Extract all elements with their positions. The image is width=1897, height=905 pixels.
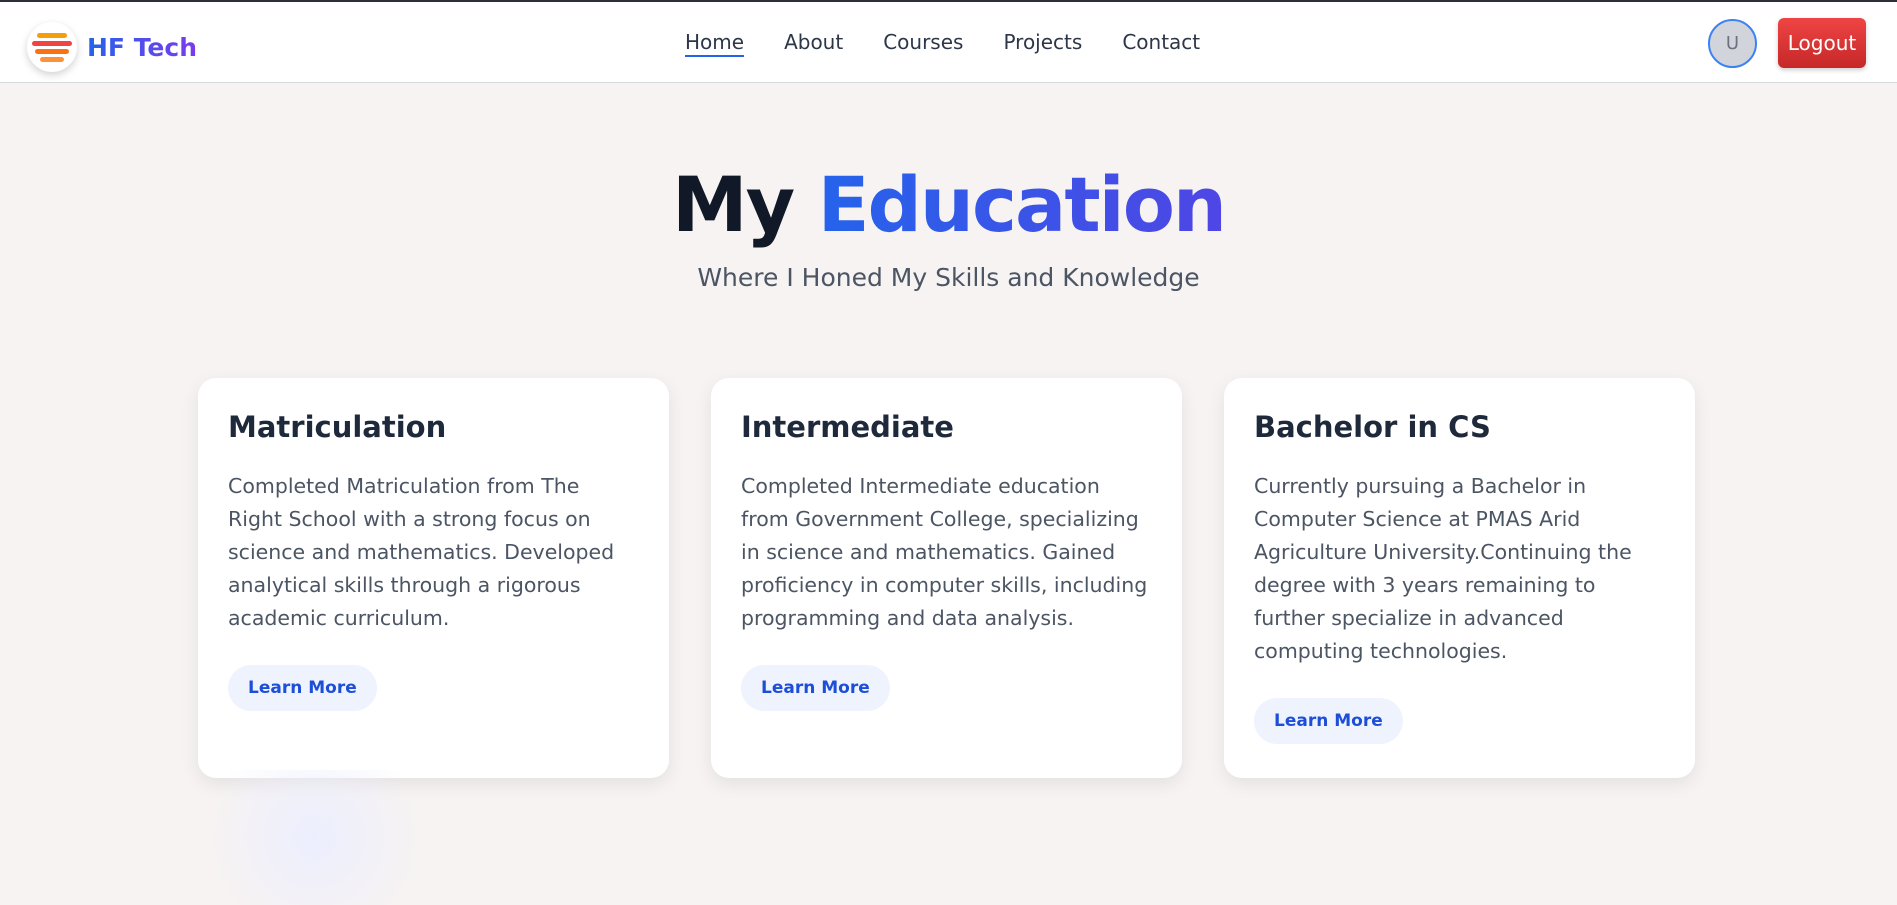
brand[interactable]: HF Tech xyxy=(27,22,197,72)
learn-more-button[interactable]: Learn More xyxy=(741,665,890,711)
brand-name: HF Tech xyxy=(87,32,198,62)
card-description: Currently pursuing a Bachelor in Compute… xyxy=(1254,474,1632,663)
navbar: HF Tech Home About Courses Projects Cont… xyxy=(0,2,1897,83)
background-glow xyxy=(175,770,455,905)
learn-more-button[interactable]: Learn More xyxy=(1254,698,1403,744)
page-subtitle: Where I Honed My Skills and Knowledge xyxy=(697,263,1200,292)
card-title: Intermediate xyxy=(741,410,954,444)
card-description: Completed Matriculation from The Right S… xyxy=(228,474,615,630)
user-avatar[interactable]: U xyxy=(1708,19,1757,68)
card-description: Completed Intermediate education from Go… xyxy=(741,474,1148,630)
nav-projects[interactable]: Projects xyxy=(1003,30,1082,57)
nav-home[interactable]: Home xyxy=(685,30,745,57)
card-title: Matriculation xyxy=(228,410,447,444)
page-title: My Education xyxy=(0,160,1897,249)
nav-courses[interactable]: Courses xyxy=(883,30,963,57)
education-card-intermediate: Intermediate Completed Intermediate educ… xyxy=(711,378,1182,778)
card-title: Bachelor in CS xyxy=(1254,410,1491,444)
logout-button[interactable]: Logout xyxy=(1778,18,1866,68)
page-title-part1: My xyxy=(671,160,795,249)
learn-more-button[interactable]: Learn More xyxy=(228,665,377,711)
education-card-bachelor: Bachelor in CS Currently pursuing a Bach… xyxy=(1224,378,1695,778)
nav-contact[interactable]: Contact xyxy=(1122,30,1200,57)
education-card-matriculation: Matriculation Completed Matriculation fr… xyxy=(198,378,669,778)
nav-about[interactable]: About xyxy=(784,30,843,57)
page-title-part2: Education xyxy=(817,160,1227,249)
main-nav: Home About Courses Projects Contact xyxy=(685,30,1200,57)
logo-icon xyxy=(27,22,77,72)
